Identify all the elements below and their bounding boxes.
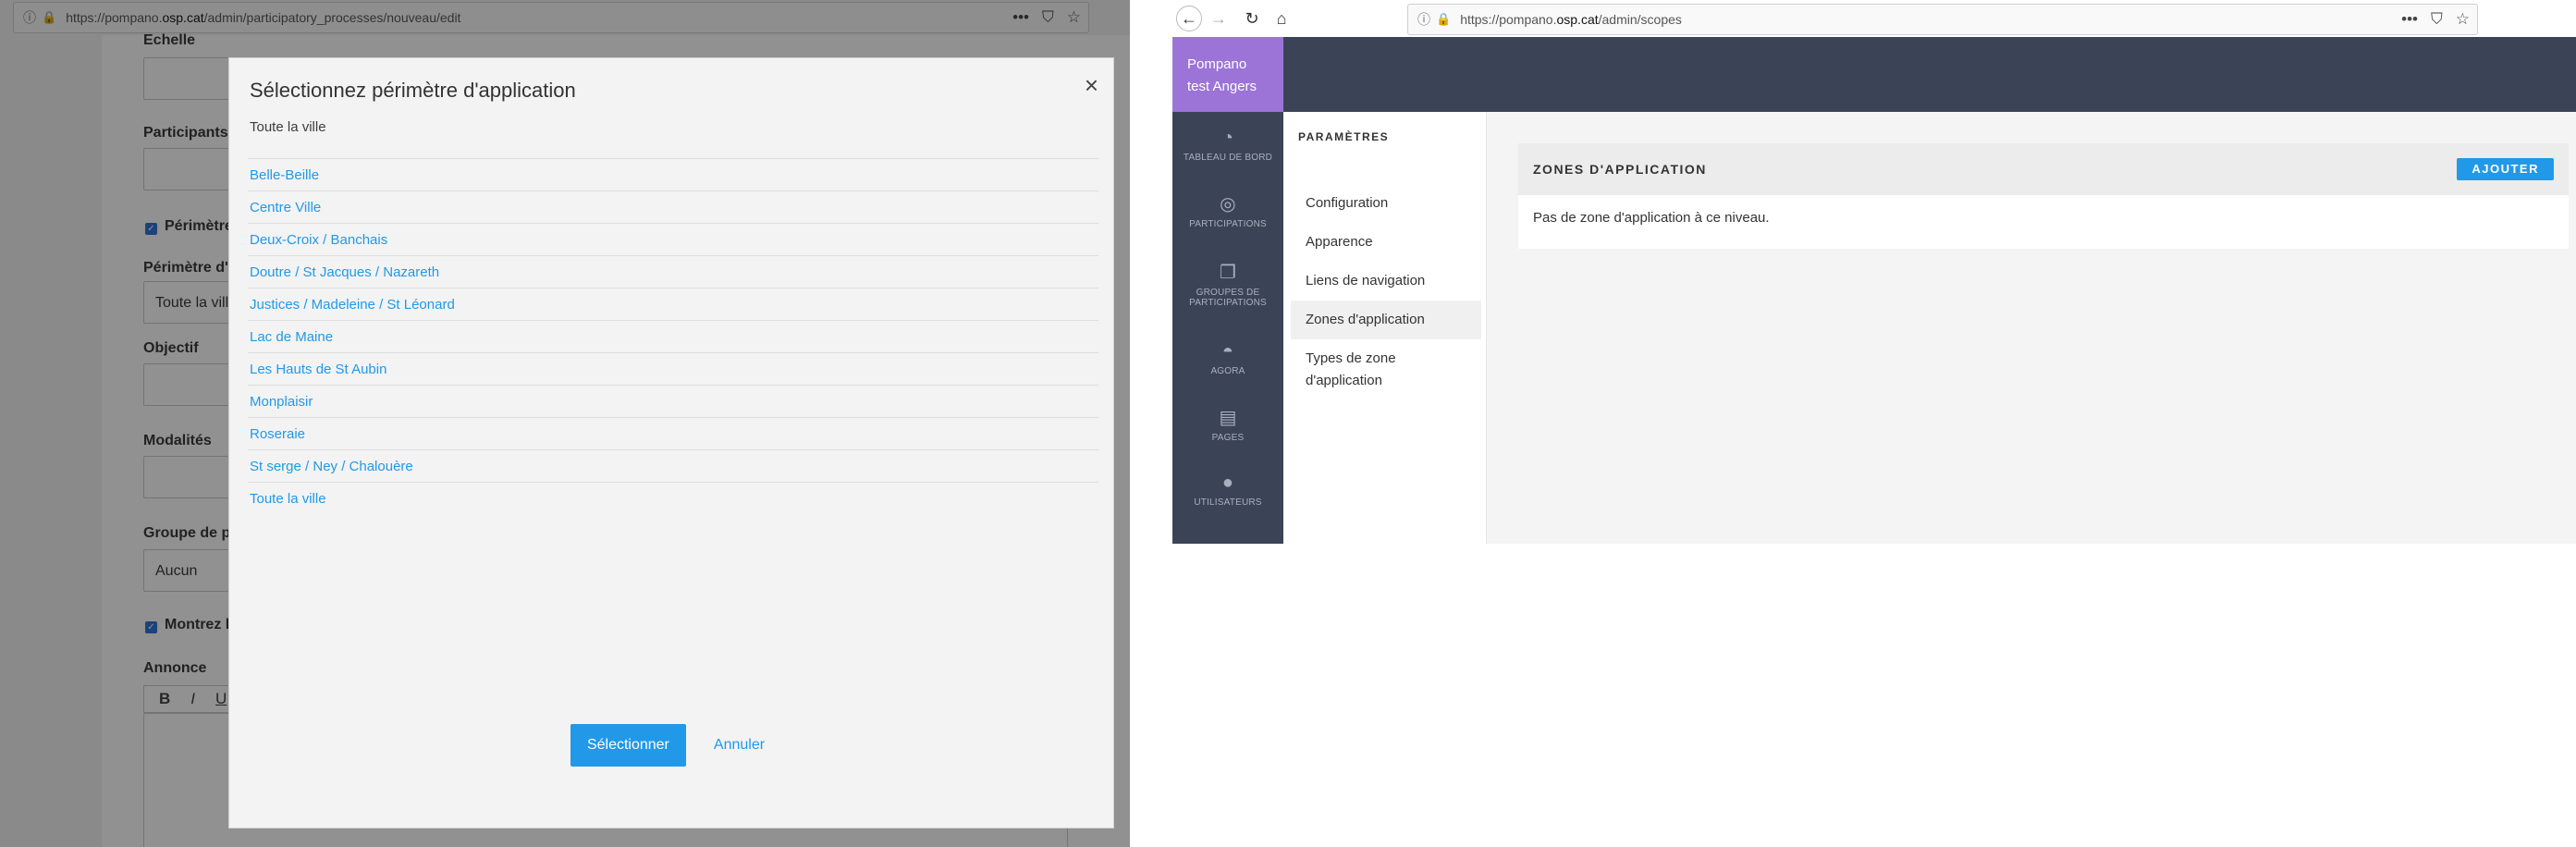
browser-toolbar: ← → ↻ ⌂ ⓘ 🔒 https://pompano. osp.cat/admi… [1130,0,2576,37]
scope-option[interactable]: St serge / Ney / Chalouère [248,449,1098,482]
settings-item-appearance[interactable]: Apparence [1291,223,1481,262]
lock-icon: 🔒 [1436,12,1452,26]
nav-pages[interactable]: ▤ PAGES [1172,391,1283,457]
left-browser-window: ⓘ 🔒 https://pompano. osp.cat/admin/partic… [0,0,1130,847]
url-prefix: https://pompano. [1460,12,1557,27]
right-browser-window: ← → ↻ ⌂ ⓘ 🔒 https://pompano. osp.cat/admi… [1130,0,2576,847]
card-header: ZONES D'APPLICATION AJOUTER [1518,143,2569,195]
settings-title: PARAMÈTRES [1298,130,1390,143]
scope-option[interactable]: Centre Ville [248,190,1098,223]
scope-option[interactable]: Monplaisir [248,385,1098,417]
card-title: ZONES D'APPLICATION [1533,162,1707,177]
modal-title: Sélectionnez périmètre d'application [250,79,576,102]
nav-label: TABLEAU DE BORD [1183,152,1273,163]
nav-users[interactable]: ● UTILISATEURS [1172,457,1283,522]
nav-label: PAGES [1211,432,1245,443]
address-bar[interactable]: ⓘ 🔒 https://pompano. osp.cat/admin/scopes… [1407,4,2478,35]
scope-option[interactable]: Toute la ville [248,482,1098,514]
back-icon[interactable]: ← [1176,6,1202,31]
target-icon: ◎ [1220,193,1236,215]
settings-nav: PARAMÈTRES Configuration Apparence Liens… [1283,112,1487,544]
url-host: osp.cat [1556,12,1599,27]
close-icon[interactable]: × [1085,71,1098,100]
scopes-card: ZONES D'APPLICATION AJOUTER Pas de zone … [1518,143,2569,249]
settings-list: Configuration Apparence Liens de navigat… [1291,184,1481,400]
scope-option[interactable]: Roseraie [248,417,1098,449]
brand-line-1: Pompano [1187,56,1247,72]
main-nav: ◔ TABLEAU DE BORD ◎ PARTICIPATIONS ❐ GRO… [1172,112,1283,544]
scope-options-list: Belle-Beille Centre Ville Deux-Croix / B… [248,158,1098,514]
nav-label: GROUPES DE PARTICIPATIONS [1189,288,1267,308]
nav-agora[interactable]: ◓ AGORA [1172,325,1283,391]
admin-layout: Pompano test Angers ◔ TABLEAU DE BORD ◎ … [1172,37,2576,544]
brand-line-2: test Angers [1187,79,1257,94]
select-button[interactable]: Sélectionner [570,724,686,767]
more-icon[interactable]: ••• [2401,10,2418,29]
modal-actions: Sélectionner Annuler [229,724,1113,767]
cancel-button[interactable]: Annuler [706,737,772,754]
nav-participations[interactable]: ◎ PARTICIPATIONS [1172,178,1283,243]
empty-message: Pas de zone d'application à ce niveau. [1533,210,1770,226]
main-content: ZONES D'APPLICATION AJOUTER Pas de zone … [1487,112,2576,544]
scope-option[interactable]: Deux-Croix / Banchais [248,223,1098,255]
nav-label: PARTICIPATIONS [1189,218,1267,229]
scope-option[interactable]: Belle-Beille [248,158,1098,190]
url-path: /admin/scopes [1598,12,1682,27]
scope-option[interactable]: Doutre / St Jacques / Nazareth [248,255,1098,288]
agora-icon: ◓ [1221,340,1234,362]
nav-label: UTILISATEURS [1194,497,1262,508]
scope-picker-modal: Sélectionnez périmètre d'application × T… [228,57,1114,829]
current-selection: Toute la ville [250,119,326,135]
settings-item-scope-types[interactable]: Types de zone d'application [1291,339,1481,400]
nav-label: AGORA [1210,365,1245,376]
nav-groups[interactable]: ❐ GROUPES DE PARTICIPATIONS [1172,243,1283,325]
add-scope-button[interactable]: AJOUTER [2457,158,2554,180]
dashboard-icon: ◔ [1221,127,1234,148]
settings-item-configuration[interactable]: Configuration [1291,184,1481,223]
scope-option[interactable]: Les Hauts de St Aubin [248,352,1098,385]
book-icon: ▤ [1219,407,1237,428]
home-icon[interactable]: ⌂ [1269,6,1294,31]
scope-option[interactable]: Lac de Maine [248,320,1098,352]
org-brand[interactable]: Pompano test Angers [1172,37,1283,112]
settings-item-navigation-links[interactable]: Liens de navigation [1291,262,1481,301]
reload-icon[interactable]: ↻ [1239,6,1265,31]
scope-option[interactable]: Justices / Madeleine / St Léonard [248,288,1098,320]
info-icon[interactable]: ⓘ [1417,10,1430,29]
groups-icon: ❐ [1219,263,1237,283]
star-icon[interactable]: ☆ [2456,10,2470,29]
forward-icon[interactable]: → [1206,6,1232,31]
user-icon: ● [1221,472,1234,493]
nav-dashboard[interactable]: ◔ TABLEAU DE BORD [1172,112,1283,178]
pocket-icon[interactable]: ⛉ [2431,10,2443,29]
settings-item-scopes[interactable]: Zones d'application [1291,301,1481,339]
admin-topbar [1172,37,2576,112]
